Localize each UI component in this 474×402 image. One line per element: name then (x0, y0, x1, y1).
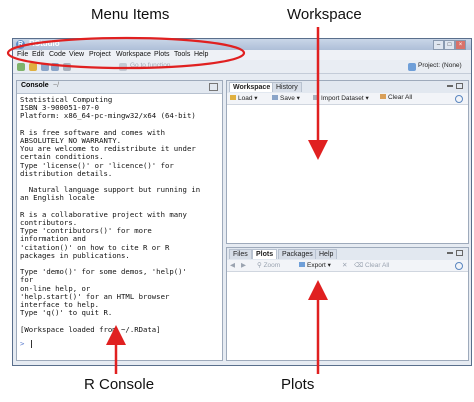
window-title: RStudio (29, 39, 60, 48)
menu-items-annotation: Menu Items (91, 6, 170, 23)
console-path: ~/ (53, 82, 60, 89)
console-line: Platform: x86_64-pc-mingw32/x64 (64-bit) (20, 111, 196, 121)
tab-history[interactable]: History (272, 82, 302, 92)
new-file-icon[interactable] (17, 63, 25, 71)
console-line: [Workspace loaded from ~/.RData] (20, 324, 161, 334)
maximize-pane-icon[interactable] (456, 83, 463, 89)
minimize-pane-icon[interactable] (447, 85, 453, 87)
tab-files[interactable]: Files (229, 249, 252, 259)
console-header: Console ~/ (17, 81, 222, 94)
zoom-icon: ⚲ (257, 262, 264, 269)
forward-arrow-icon[interactable]: ▶ (241, 261, 246, 269)
workspace-pane: Workspace History Load ▾ Save ▾ Import D… (226, 80, 469, 244)
prompt-symbol: > (20, 339, 25, 348)
maximize-icon[interactable]: □ (444, 40, 455, 50)
menu-tools[interactable]: Tools (174, 51, 190, 58)
console-pane: Console ~/ Statistical Computing ISBN 3-9… (16, 80, 223, 361)
console-line: Type 'demo()' for some demos, 'help()' (20, 267, 187, 277)
save-button[interactable]: Save ▾ (272, 94, 300, 102)
console-prompt[interactable]: > (20, 339, 32, 348)
plots-annotation: Plots (281, 376, 315, 393)
back-arrow-icon[interactable]: ◀ (230, 261, 235, 269)
broom-icon (380, 94, 386, 99)
maximize-pane-icon[interactable] (209, 83, 218, 91)
print-icon[interactable] (63, 63, 71, 71)
go-to-function-input[interactable]: Go to function (130, 62, 170, 69)
tab-workspace[interactable]: Workspace (229, 82, 275, 92)
main-toolbar: Go to function Project: (None) (13, 60, 471, 74)
tab-plots[interactable]: Plots (252, 249, 278, 259)
load-button[interactable]: Load ▾ (230, 94, 258, 102)
menu-file[interactable]: File (17, 51, 28, 58)
menu-code[interactable]: Code (49, 51, 66, 58)
import-icon (313, 95, 319, 100)
menu-project[interactable]: Project (89, 51, 111, 58)
save-icon[interactable] (41, 63, 49, 71)
workspace-toolbar: Load ▾ Save ▾ Import Dataset ▾ Clear All (227, 93, 468, 105)
project-icon (408, 63, 416, 71)
open-file-icon[interactable] (29, 63, 37, 71)
save-icon (272, 95, 278, 100)
maximize-pane-icon[interactable] (456, 250, 463, 256)
console-line: Type 'q()' to quit R. (20, 308, 113, 318)
title-bar[interactable]: R RStudio – □ × (13, 39, 471, 50)
plots-toolbar: ◀ ▶ ⚲ Zoom Export ▾ ✕ ⌫ Clear All (227, 260, 468, 272)
tab-help[interactable]: Help (315, 249, 338, 259)
console-output: Statistical Computing ISBN 3-900051-07-0 P… (20, 95, 215, 334)
import-dataset-button[interactable]: Import Dataset ▾ (313, 94, 369, 102)
console-line: distribution details. (20, 168, 113, 178)
remove-plot-icon[interactable]: ✕ (342, 261, 347, 269)
r-console-annotation: R Console (84, 376, 155, 393)
rstudio-logo-icon: R (16, 40, 25, 49)
goto-arrow-icon (119, 63, 127, 71)
workspace-annotation: Workspace (287, 6, 362, 23)
minimize-pane-icon[interactable] (447, 252, 453, 254)
console-line: an English locale (20, 193, 95, 203)
text-cursor (30, 340, 32, 348)
console-title: Console (21, 82, 49, 89)
rstudio-window: R RStudio – □ × File Edit Code View Proj… (12, 38, 472, 366)
refresh-icon[interactable] (455, 262, 463, 270)
tab-packages[interactable]: Packages (278, 249, 317, 259)
export-button[interactable]: Export ▾ (299, 261, 331, 269)
clear-all-button[interactable]: Clear All (380, 94, 412, 101)
minimize-icon[interactable]: – (433, 40, 444, 50)
files-plots-pane: Files Plots Packages Help ◀ ▶ ⚲ Zoom Exp… (226, 247, 469, 361)
menu-workspace[interactable]: Workspace (116, 51, 151, 58)
broom-icon: ⌫ (354, 262, 365, 269)
refresh-icon[interactable] (455, 95, 463, 103)
clear-all-plots-button[interactable]: ⌫ Clear All (354, 261, 389, 269)
project-selector[interactable]: Project: (None) (418, 62, 462, 69)
menu-view[interactable]: View (69, 51, 84, 58)
menu-bar: File Edit Code View Project Workspace Pl… (13, 50, 471, 60)
menu-plots[interactable]: Plots (154, 51, 170, 58)
console-line: packages in publications. (20, 250, 130, 260)
close-icon[interactable]: × (455, 40, 466, 50)
export-icon (299, 262, 305, 267)
menu-edit[interactable]: Edit (32, 51, 44, 58)
save-all-icon[interactable] (51, 63, 59, 71)
load-icon (230, 95, 236, 100)
menu-help[interactable]: Help (194, 51, 208, 58)
zoom-button[interactable]: ⚲ Zoom (257, 261, 280, 269)
